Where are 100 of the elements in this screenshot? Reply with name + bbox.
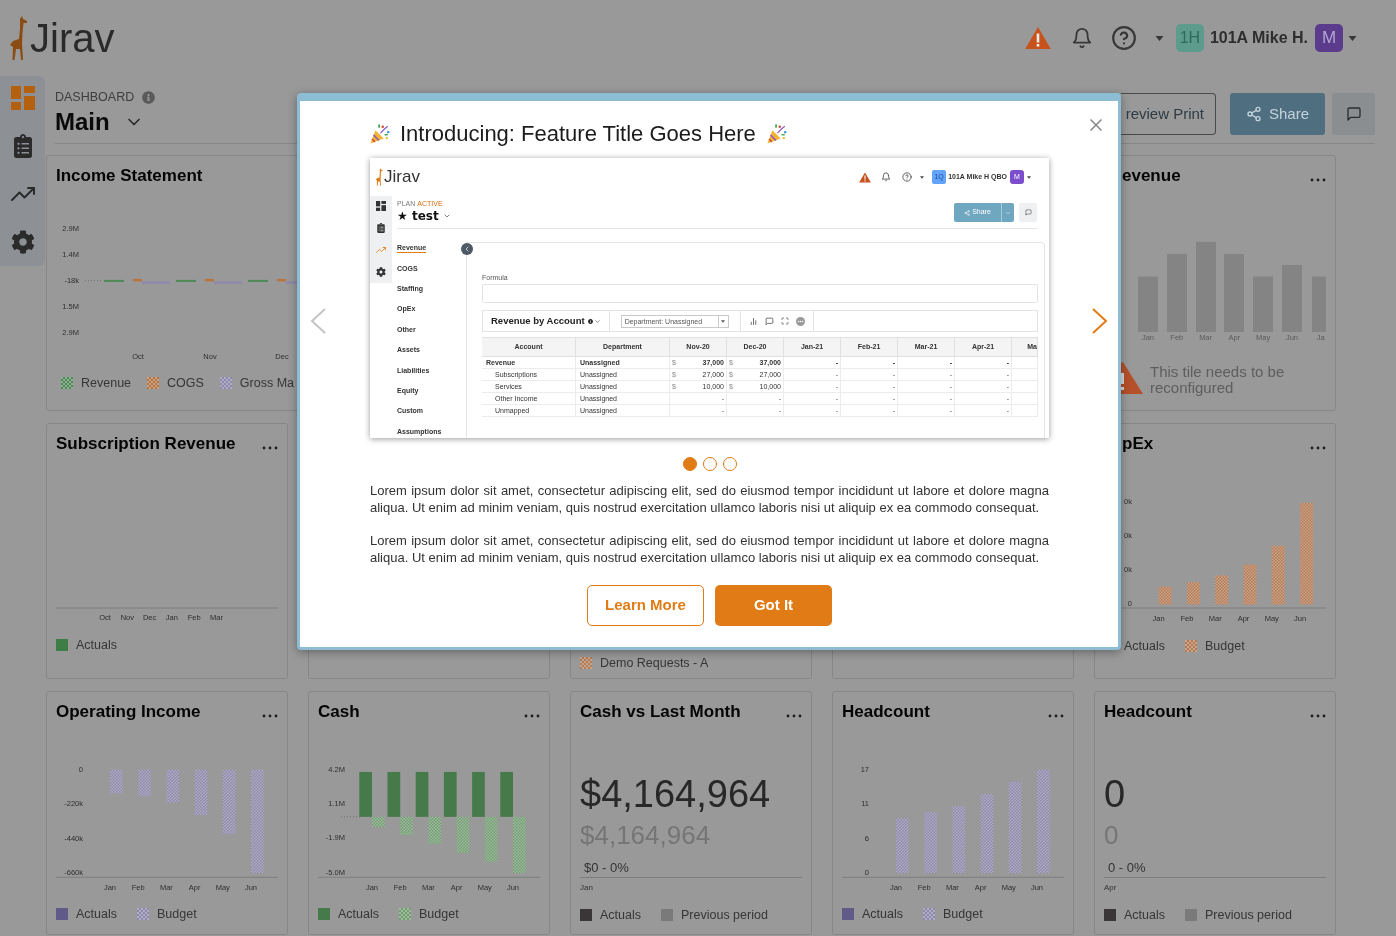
- logo-text: Jirav: [30, 16, 115, 60]
- bar: [472, 771, 485, 817]
- legend-label: Budget: [1205, 638, 1245, 654]
- tile-title: pEx: [1122, 433, 1154, 455]
- bar: [1158, 586, 1172, 605]
- modal-title: Introducing: Feature Title Goes Here: [400, 120, 756, 148]
- logo-text: Jirav: [384, 167, 420, 187]
- legend-label: Budget: [943, 906, 983, 922]
- bar: [166, 769, 180, 803]
- user-avatar[interactable]: M: [1315, 24, 1343, 52]
- legend-label: Demo Requests - A: [600, 655, 709, 671]
- caret-icon[interactable]: [1027, 175, 1031, 179]
- legend-label: Actuals: [600, 907, 641, 923]
- caret-icon[interactable]: [920, 175, 925, 179]
- chevron-down-icon[interactable]: [442, 212, 451, 220]
- warning-icon[interactable]: [1024, 26, 1051, 50]
- body-paragraph: Lorem ipsum dolor sit amet, consectetur adipiscing elit, sed do eiusmod tempor incididunt ut labore et dolore magna aliqua. Ut enim ad minim veniam, quis nostrud exercitation ullamco laboris nisi ut aliquip ex ea commodo consequat.: [370, 532, 1049, 566]
- more-icon[interactable]: [1310, 178, 1326, 182]
- kpi-change: $0 - 0%: [584, 860, 629, 876]
- tile-title: evenue: [1122, 165, 1181, 187]
- bar: [1243, 564, 1257, 605]
- warning-icon[interactable]: [859, 171, 872, 183]
- giraffe-logo-icon: [375, 168, 383, 186]
- tile-title: Income Statement: [56, 165, 203, 187]
- kpi-value: $4,164,964: [580, 772, 771, 816]
- bar: [924, 812, 937, 873]
- bar: [484, 816, 498, 862]
- collapse-button[interactable]: [461, 243, 473, 255]
- bar: [500, 771, 513, 817]
- comment-icon[interactable]: [764, 316, 774, 326]
- more-icon[interactable]: [1310, 446, 1326, 450]
- bar: [896, 818, 909, 873]
- bar: [248, 279, 268, 282]
- settings-icon[interactable]: [376, 267, 386, 277]
- settings-icon[interactable]: [10, 230, 35, 254]
- chevron-left-icon: [463, 245, 471, 253]
- help-icon[interactable]: [902, 172, 913, 182]
- tile-title: Subscription Revenue: [56, 433, 236, 455]
- trend-line-icon[interactable]: [376, 245, 386, 255]
- info-icon[interactable]: [142, 90, 156, 104]
- chevron-right-icon[interactable]: [1092, 308, 1108, 334]
- page-title: Main: [55, 108, 110, 136]
- chevron-down-icon[interactable]: [593, 317, 601, 325]
- bar: [456, 816, 470, 853]
- bar: [1215, 575, 1229, 605]
- more-icon[interactable]: [262, 714, 278, 718]
- more-icon[interactable]: [786, 714, 802, 718]
- kpi-value: 0: [1104, 772, 1126, 816]
- legend-label: Actuals: [76, 637, 117, 653]
- legend-label: Previous period: [681, 907, 768, 923]
- bar: [952, 806, 966, 873]
- legend-label: Actuals: [76, 906, 117, 922]
- formula-input[interactable]: [482, 284, 1038, 303]
- more-icon[interactable]: [1048, 714, 1064, 718]
- comment-button[interactable]: [1332, 93, 1375, 135]
- legend-label: COGS: [167, 375, 204, 391]
- bell-icon[interactable]: [881, 172, 892, 182]
- bar: [138, 769, 151, 797]
- legend-label: Actuals: [338, 906, 379, 922]
- body-paragraph: Lorem ipsum dolor sit amet, consectetur adipiscing elit, sed do eiusmod tempor incididunt ut labore et dolore magna aliqua. Ut enim ad minim veniam, quis nostrud exercitation ullamco laboris nisi ut aliquip ex ea commodo consequat.: [370, 482, 1049, 516]
- kpi-change: 0 - 0%: [1108, 860, 1146, 876]
- party-popper-icon: [766, 123, 787, 145]
- report-title: Revenue by Account: [491, 313, 585, 328]
- legend-label: Previous period: [1205, 907, 1292, 923]
- more-icon[interactable]: [524, 714, 540, 718]
- clipboard-icon[interactable]: [376, 223, 386, 233]
- tile-title: Headcount: [842, 701, 930, 723]
- legend-label: Actuals: [1124, 638, 1165, 654]
- caret-icon: [721, 319, 726, 323]
- tile-title: Operating Income: [56, 701, 201, 723]
- caret-icon[interactable]: [1348, 35, 1357, 41]
- plan-name: ★ test: [397, 209, 439, 223]
- period-label: Jan: [580, 883, 593, 893]
- legend-label: Actuals: [862, 906, 903, 922]
- giraffe-logo-icon: [8, 16, 28, 60]
- share-button[interactable]: Share: [1230, 93, 1325, 135]
- warning-message: This tile needs to be reconfigured: [1150, 364, 1286, 396]
- bar: [194, 769, 208, 816]
- share-icon: [964, 209, 971, 216]
- bell-icon[interactable]: [1070, 26, 1093, 50]
- comment-icon: [1024, 209, 1032, 216]
- legend-label: Budget: [157, 906, 197, 922]
- tile-title: Headcount: [1104, 701, 1192, 723]
- legend-label: Revenue: [81, 375, 132, 391]
- info-icon: [587, 318, 593, 324]
- bar: [1271, 545, 1285, 605]
- dashboard-icon[interactable]: [376, 201, 386, 211]
- help-icon[interactable]: [1110, 25, 1137, 51]
- bar-chart-icon[interactable]: [748, 316, 758, 326]
- bar: [176, 279, 196, 282]
- caret-icon[interactable]: [1154, 35, 1164, 41]
- expand-icon[interactable]: [780, 317, 789, 325]
- warning-icon: [1121, 362, 1143, 394]
- more-icon[interactable]: [1310, 714, 1326, 718]
- tile-title: Cash: [318, 701, 360, 723]
- account-name[interactable]: 101A Mike H.: [1209, 26, 1308, 50]
- share-icon: [1246, 106, 1262, 122]
- more-icon[interactable]: [795, 316, 805, 326]
- more-icon[interactable]: [262, 446, 278, 450]
- tile-title: Cash vs Last Month: [580, 701, 741, 723]
